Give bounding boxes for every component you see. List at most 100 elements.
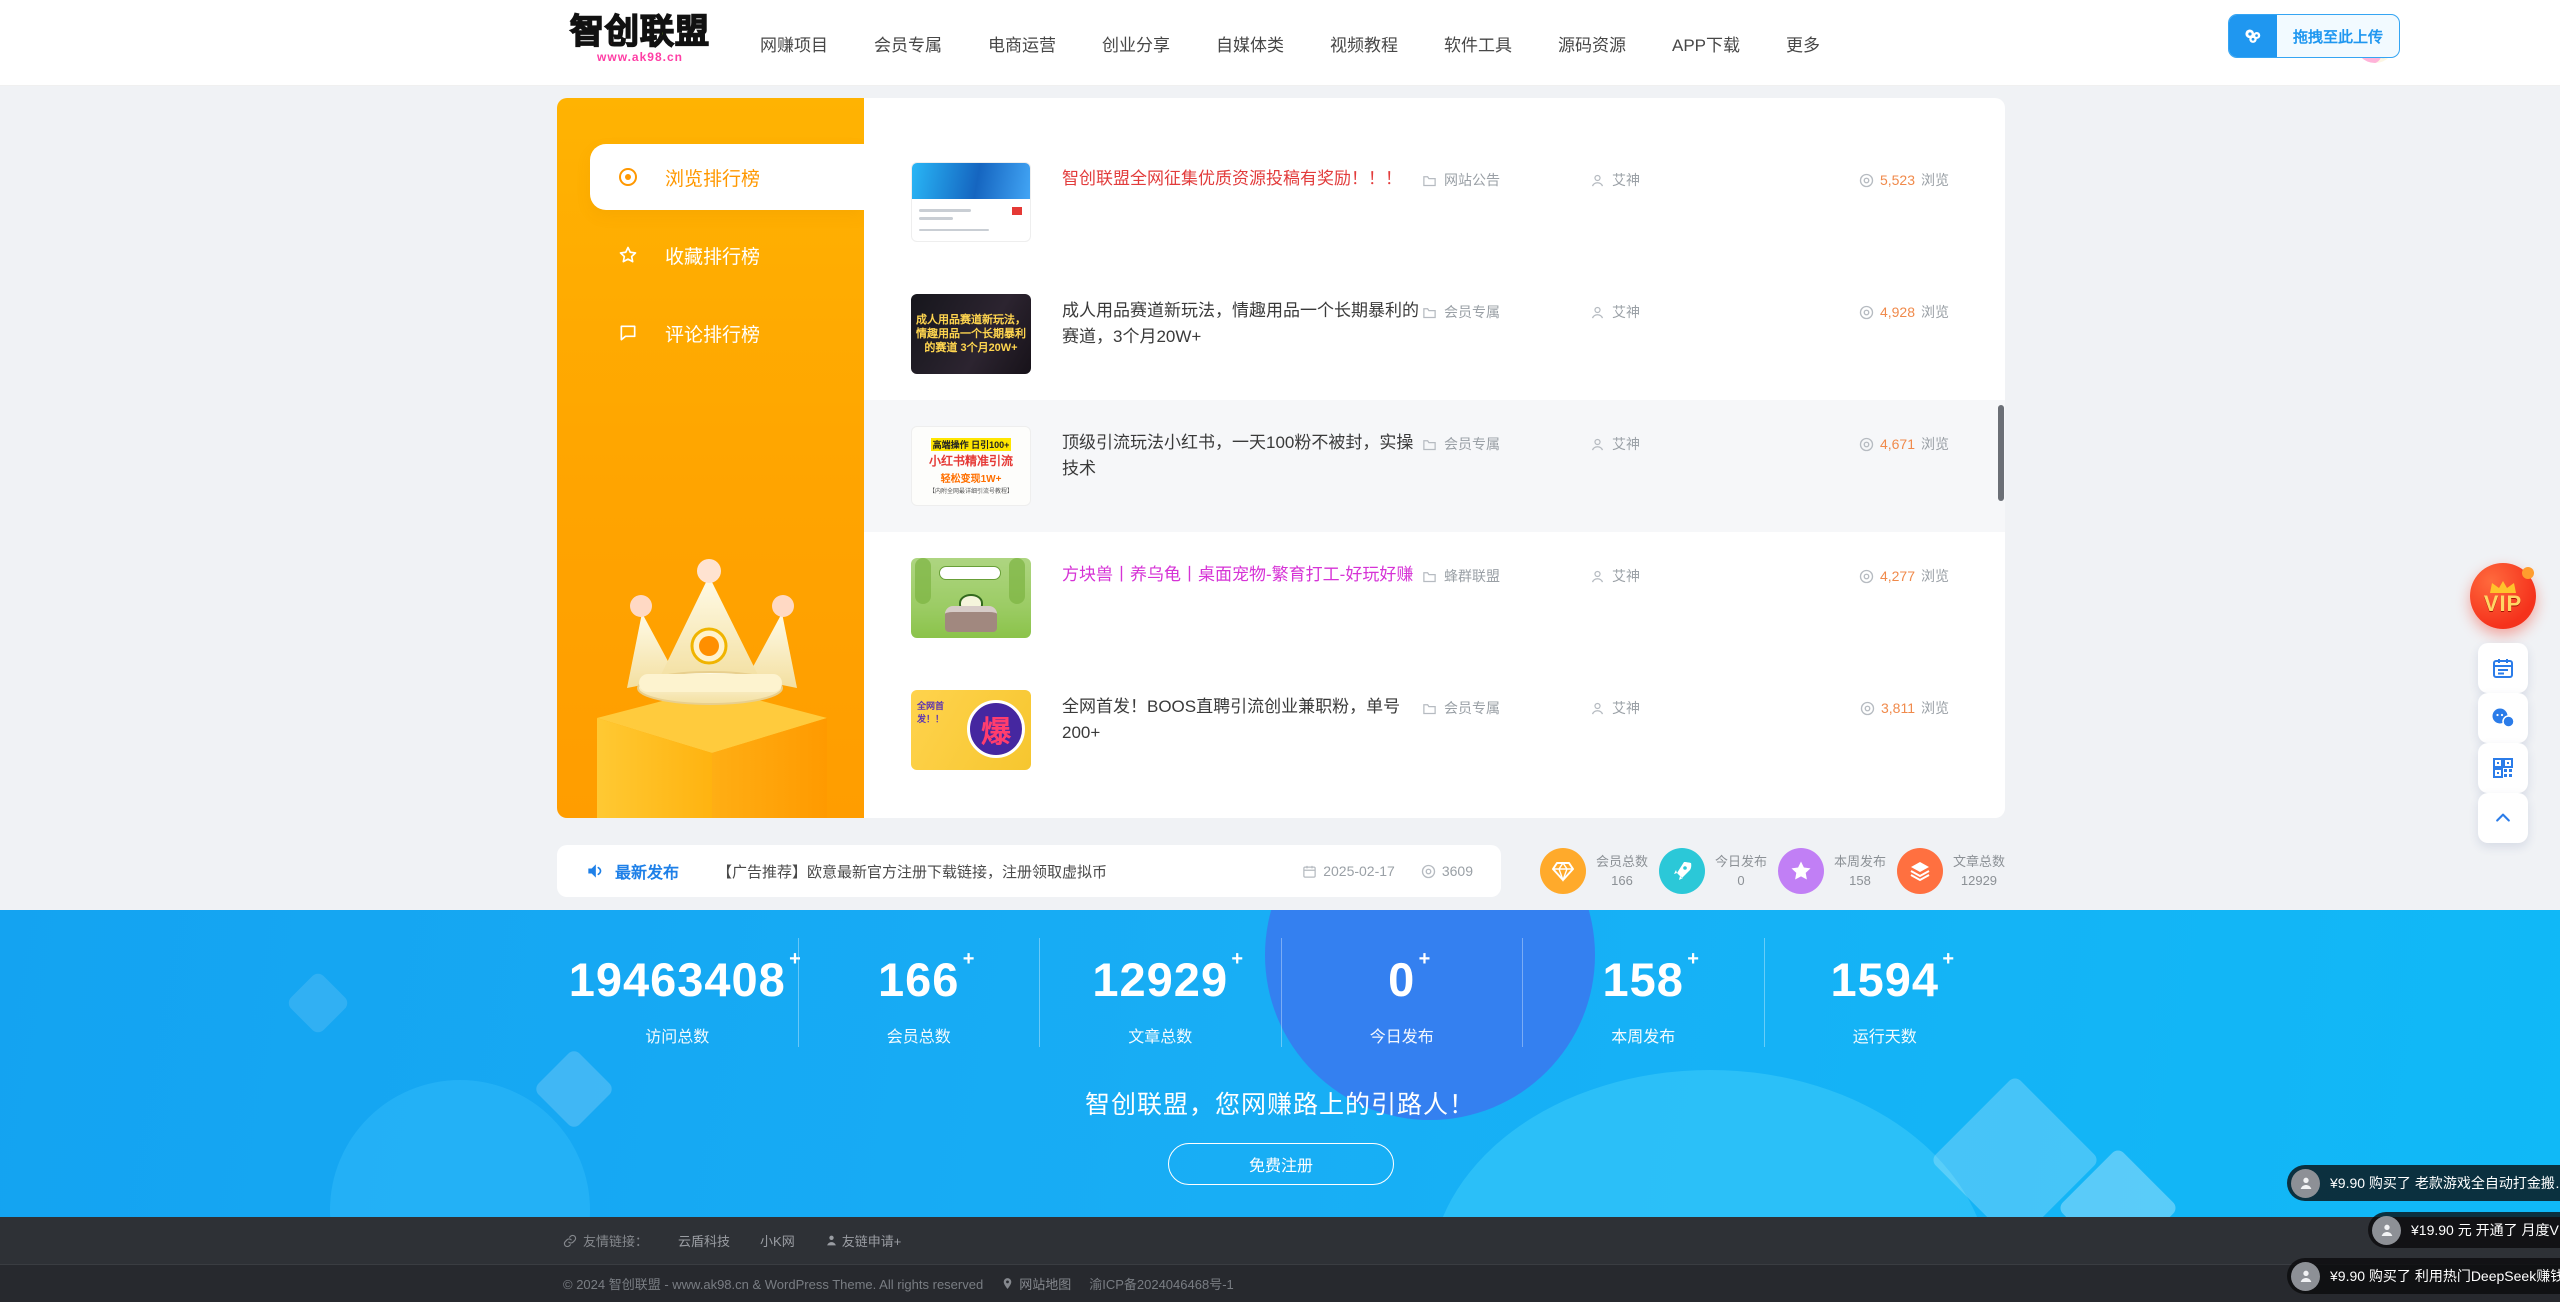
article-views: 5,523浏览 [1859, 162, 1949, 190]
tab-comment-ranking[interactable]: 评论排行榜 [557, 300, 864, 366]
nav-item-media[interactable]: 自媒体类 [1216, 31, 1284, 56]
nav-item-software[interactable]: 软件工具 [1444, 31, 1512, 56]
latest-date: 2025-02-17 [1302, 863, 1395, 879]
crown-illustration [557, 558, 864, 818]
friend-link[interactable]: 云盾科技 [678, 1231, 730, 1250]
qrcode-button[interactable] [2478, 743, 2528, 793]
toast-text: ¥19.90 元 开通了 月度VIP [2411, 1220, 2560, 1240]
friend-links-label: 友情链接： [563, 1231, 648, 1250]
contact-button[interactable] [2478, 693, 2528, 743]
big-stat-members: 166+ 会员总数 [798, 938, 1040, 1047]
list-scrollbar-thumb[interactable] [1998, 405, 2004, 501]
toast-text: ¥9.90 购买了 老款游戏全自动打金搬… [2330, 1173, 2560, 1193]
big-stat-week: 158+ 本周发布 [1522, 938, 1764, 1047]
article-row[interactable]: 全网首发！！ 爆 全网首发！BOOS直聘引流创业兼职粉，单号200+ 会员专属 … [864, 664, 2005, 796]
speaker-icon [585, 861, 605, 881]
calendar-icon [1302, 864, 1317, 879]
sitemap-link[interactable]: 网站地图 [1001, 1274, 1071, 1293]
latest-release-link[interactable]: 【广告推荐】欧意最新官方注册下载链接，注册领取虚拟币 [717, 861, 1107, 882]
article-thumbnail: 高端操作 日引100+ 小红书精准引流 轻松变现1W+ 【内附全网最详细引流号教… [911, 426, 1031, 506]
article-category[interactable]: 会员专属 [1422, 426, 1590, 454]
article-title[interactable]: 全网首发！BOOS直聘引流创业兼职粉，单号200+ [1062, 690, 1422, 746]
article-row[interactable]: 高端操作 日引100+ 小红书精准引流 轻松变现1W+ 【内附全网最详细引流号教… [864, 400, 2005, 532]
article-author[interactable]: 艾神 [1590, 162, 1750, 190]
big-stat-articles: 12929+ 文章总数 [1039, 938, 1281, 1047]
article-thumbnail: 全网首发！！ 爆 [911, 690, 1031, 770]
nav-item-startup[interactable]: 创业分享 [1102, 31, 1170, 56]
toast-avatar [2291, 1169, 2320, 1198]
article-category[interactable]: 网站公告 [1422, 162, 1590, 190]
article-title[interactable]: 方块兽丨养乌龟丨桌面宠物-繁育打工-好玩好赚 [1062, 558, 1422, 588]
latest-release-meta: 2025-02-17 3609 [1302, 863, 1473, 879]
nav-item-video[interactable]: 视频教程 [1330, 31, 1398, 56]
user-icon [1590, 701, 1605, 716]
folder-icon [1422, 569, 1437, 584]
back-to-top-button[interactable] [2478, 793, 2528, 843]
nav-item-vip[interactable]: 会员专属 [874, 31, 942, 56]
article-views: 3,811浏览 [1860, 690, 1949, 718]
site-slogan: 智创联盟，您网赚路上的引路人！ [0, 1085, 2560, 1121]
stat-today: 今日发布0 [1659, 843, 1767, 899]
article-title[interactable]: 智创联盟全网征集优质资源投稿有奖励！！！ [1062, 162, 1422, 192]
purchase-toast: ¥9.90 购买了 老款游戏全自动打金搬… [2287, 1165, 2560, 1201]
main-nav: 网赚项目 会员专属 电商运营 创业分享 自媒体类 视频教程 软件工具 源码资源 … [760, 0, 1820, 86]
article-views: 4,277浏览 [1859, 558, 1949, 586]
article-author[interactable]: 艾神 [1590, 558, 1750, 586]
comment-icon [617, 322, 639, 344]
user-icon [2379, 1222, 2395, 1238]
latest-release-label[interactable]: 最新发布 [585, 859, 679, 883]
article-author[interactable]: 艾神 [1590, 690, 1750, 718]
article-list: 智创联盟全网征集优质资源投稿有奖励！！！ 网站公告 艾神 5,523浏览 成人用… [864, 98, 2005, 818]
checkin-button[interactable] [2478, 643, 2528, 693]
nav-item-ecommerce[interactable]: 电商运营 [988, 31, 1056, 56]
stat-members: 会员总数166 [1540, 843, 1648, 899]
vip-badge-button[interactable]: VIP [2470, 563, 2536, 629]
nav-item-source[interactable]: 源码资源 [1558, 31, 1626, 56]
target-icon [617, 166, 639, 188]
decor-diamond [285, 970, 350, 1035]
article-title[interactable]: 成人用品赛道新玩法，情趣用品一个长期暴利的赛道，3个月20W+ [1062, 294, 1422, 350]
article-author[interactable]: 艾神 [1590, 426, 1750, 454]
article-row[interactable]: 方块兽丨养乌龟丨桌面宠物-繁育打工-好玩好赚 蜂群联盟 艾神 4,277浏览 [864, 532, 2005, 664]
link-icon [563, 1234, 577, 1248]
free-register-button[interactable]: 免费注册 [1168, 1143, 1394, 1185]
purchase-toast: ¥19.90 元 开通了 月度VIP [2368, 1212, 2560, 1248]
nav-item-projects[interactable]: 网赚项目 [760, 31, 828, 56]
upload-button-label: 拖拽至此上传 [2277, 26, 2399, 47]
article-category[interactable]: 蜂群联盟 [1422, 558, 1590, 586]
article-title[interactable]: 顶级引流玩法小红书，一天100粉不被封，实操技术 [1062, 426, 1422, 482]
stat-week: 本周发布158 [1778, 843, 1886, 899]
tab-label: 收藏排行榜 [665, 242, 760, 269]
folder-icon [1422, 701, 1437, 716]
stats-banner: 19463408+ 访问总数 166+ 会员总数 12929+ 文章总数 0+ … [0, 910, 2560, 1217]
chat-bubbles-icon [2490, 706, 2516, 730]
star-icon [617, 244, 639, 266]
article-thumbnail: 成人用品赛道新玩法，情趣用品一个长期暴利的赛道 3个月20W+ [911, 294, 1031, 374]
article-row[interactable]: 智创联盟全网征集优质资源投稿有奖励！！！ 网站公告 艾神 5,523浏览 [864, 136, 2005, 268]
map-pin-icon [1001, 1277, 1014, 1290]
copyright-text: © 2024 智创联盟 - www.ak98.cn & WordPress Th… [563, 1274, 983, 1293]
toast-text: ¥9.90 购买了 利用热门DeepSeek赚钱… [2330, 1266, 2560, 1286]
article-thumbnail [911, 162, 1031, 242]
tab-label: 评论排行榜 [665, 320, 760, 347]
article-author[interactable]: 艾神 [1590, 294, 1750, 322]
article-category[interactable]: 会员专属 [1422, 690, 1590, 718]
stat-articles: 文章总数12929 [1897, 843, 2005, 899]
site-logo-text: 智创联盟 [565, 12, 715, 52]
nav-item-app[interactable]: APP下载 [1672, 31, 1740, 56]
icp-number[interactable]: 渝ICP备2024046468号-1 [1089, 1274, 1234, 1293]
tab-view-ranking[interactable]: 浏览排行榜 [590, 144, 864, 210]
article-row[interactable]: 成人用品赛道新玩法，情趣用品一个长期暴利的赛道 3个月20W+ 成人用品赛道新玩… [864, 268, 2005, 400]
calendar-icon [2491, 656, 2515, 680]
mini-stats: 会员总数166 今日发布0 本周发布158 文章总数12929 [1540, 843, 2005, 899]
friend-link[interactable]: 小K网 [760, 1231, 795, 1250]
nav-item-more[interactable]: 更多 [1786, 31, 1820, 56]
tab-favorite-ranking[interactable]: 收藏排行榜 [557, 222, 864, 288]
rocket-icon [1659, 848, 1705, 894]
upload-button[interactable]: 拖拽至此上传 [2228, 14, 2400, 58]
top-navbar: 智创联盟 www.ak98.cn 网赚项目 会员专属 电商运营 创业分享 自媒体… [0, 0, 2560, 86]
friend-link-apply[interactable]: 友链申请+ [825, 1231, 902, 1250]
views-icon [1859, 569, 1874, 584]
site-logo[interactable]: 智创联盟 www.ak98.cn [565, 12, 715, 64]
article-category[interactable]: 会员专属 [1422, 294, 1590, 322]
